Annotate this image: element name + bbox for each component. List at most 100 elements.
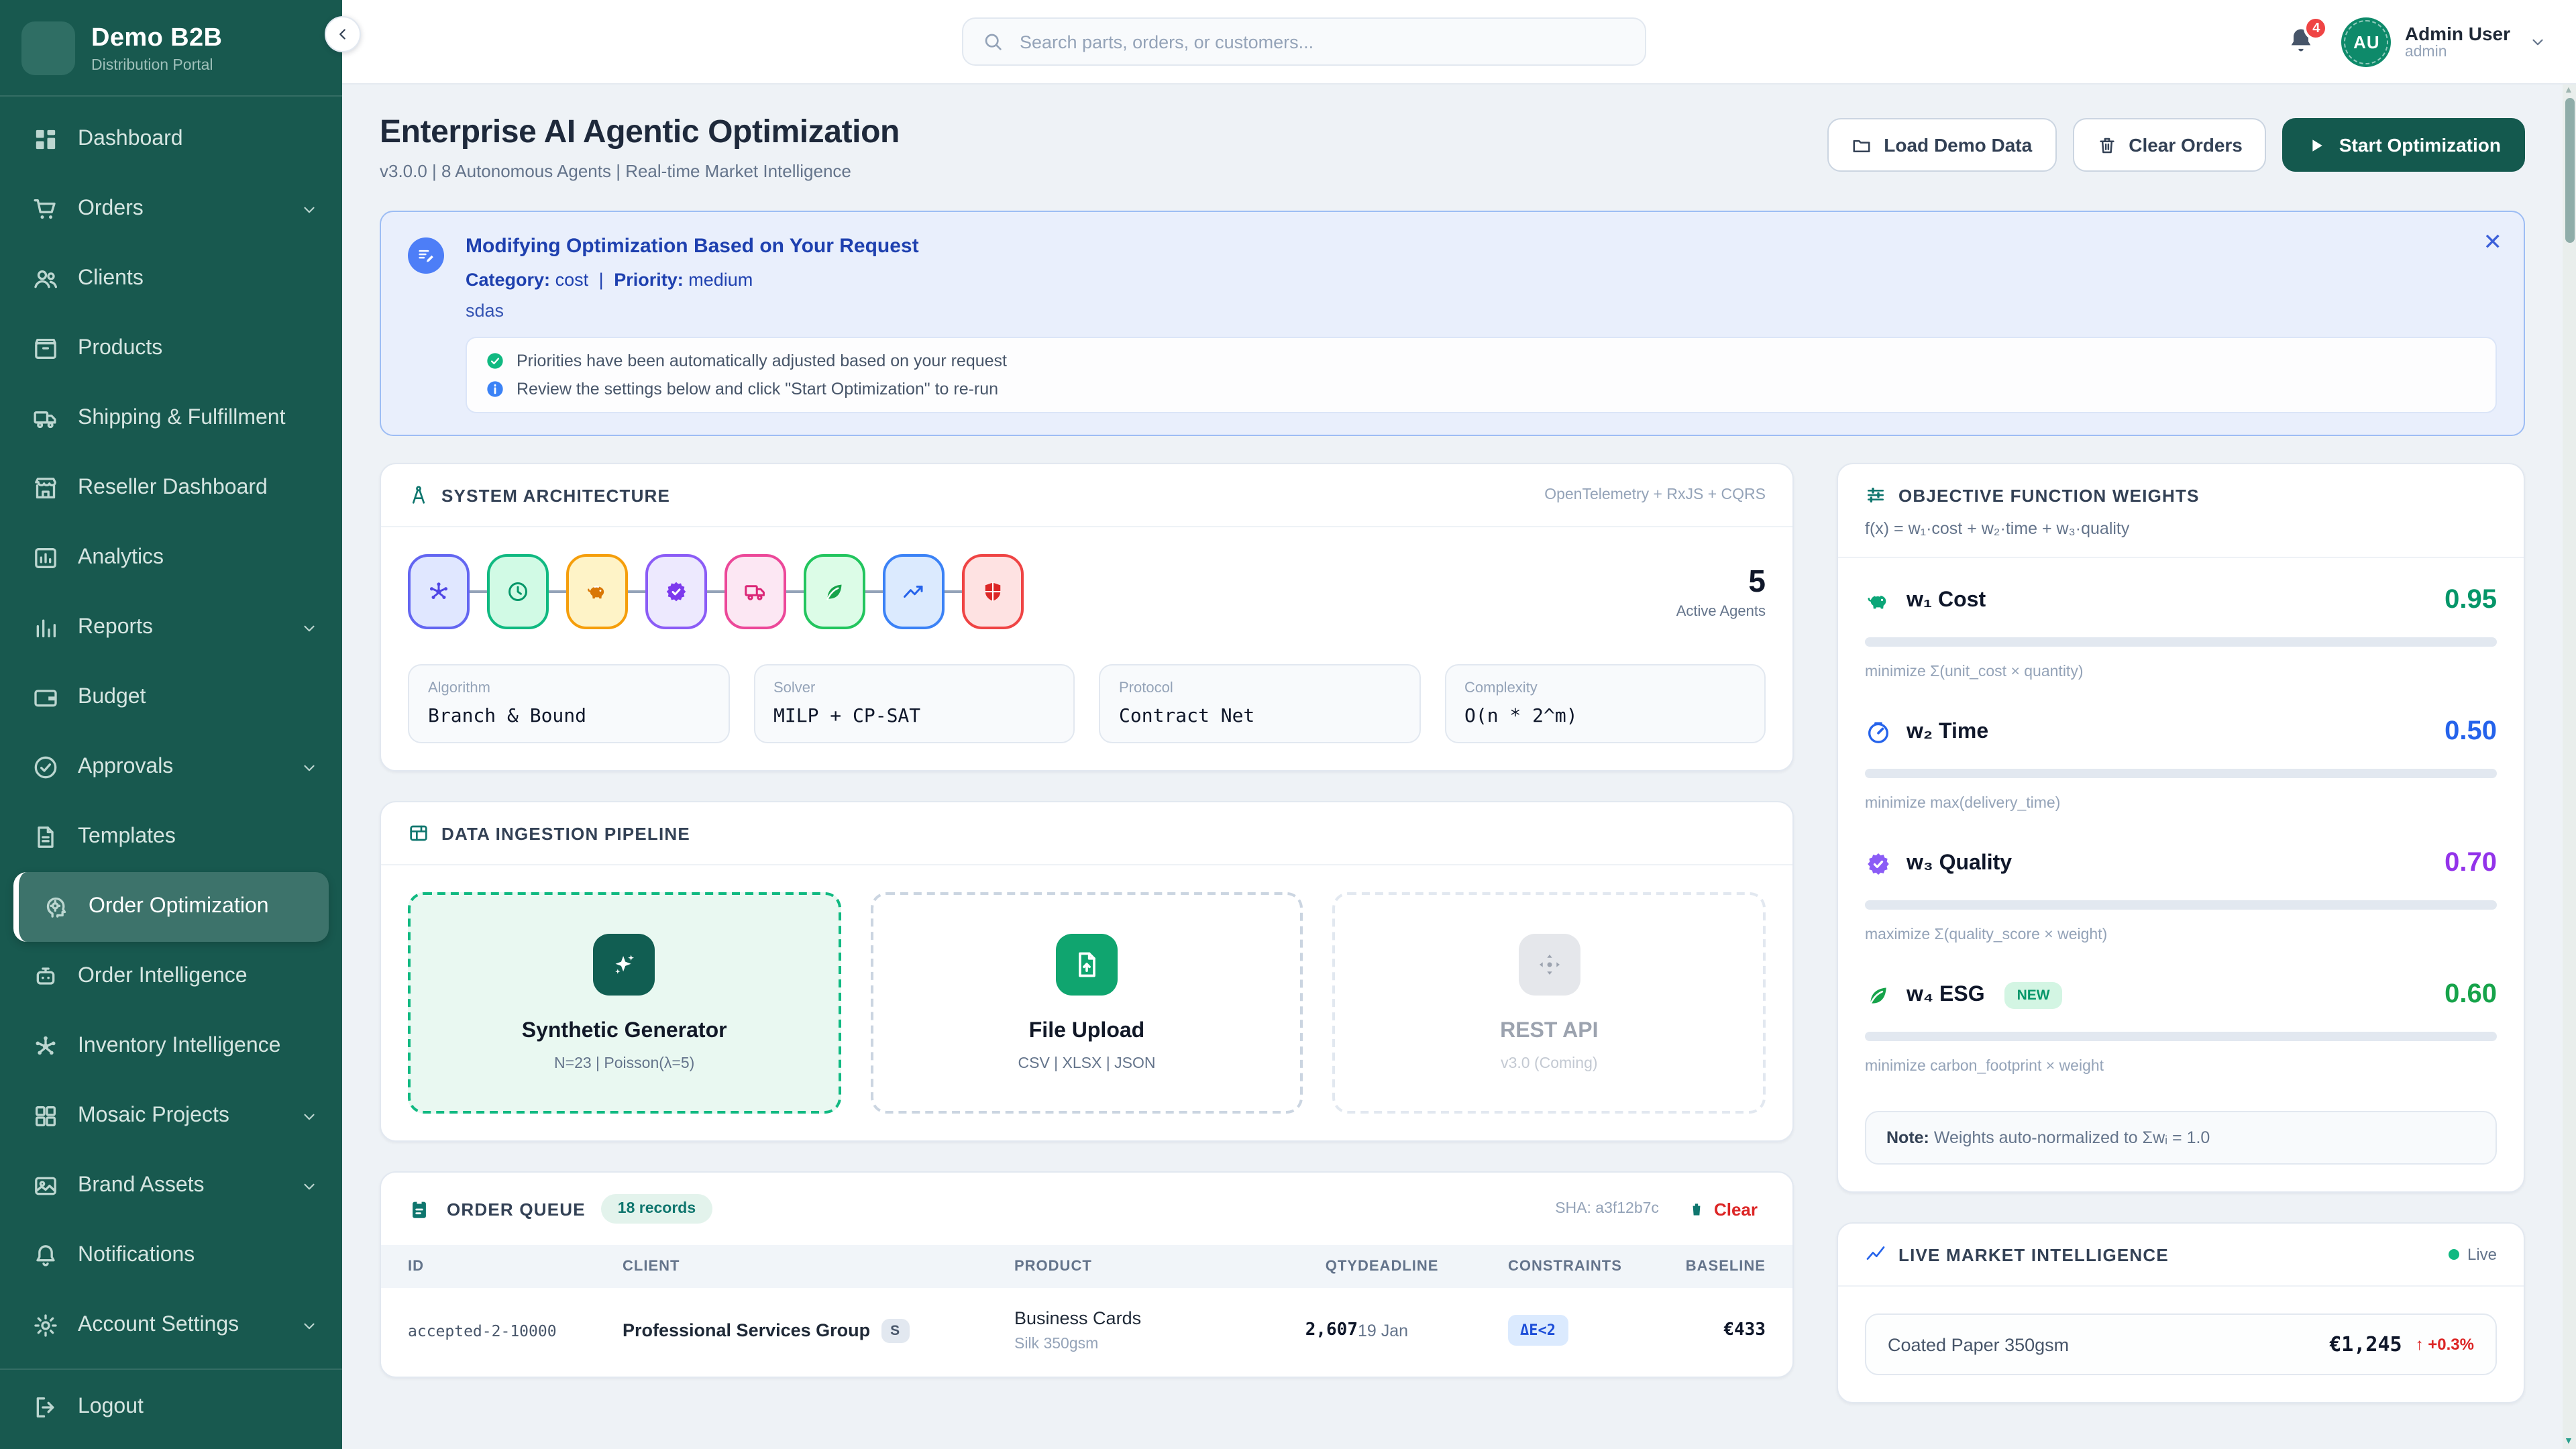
material-price: €1,245	[2329, 1332, 2402, 1356]
sidebar-item-approvals[interactable]: Approvals	[0, 733, 342, 802]
pipeline-option-file-upload[interactable]: File Upload CSV | XLSX | JSON	[870, 892, 1303, 1114]
weight-slider[interactable]	[1865, 637, 2497, 647]
scrollbar-down-arrow[interactable]: ▼	[2564, 1437, 2573, 1446]
clear-orders-button[interactable]: Clear Orders	[2072, 118, 2267, 172]
table-row[interactable]: accepted-2-10000Professional Services Gr…	[381, 1288, 1792, 1377]
stat-value: O(n * 2^m)	[1464, 706, 1746, 727]
search-input[interactable]	[1017, 30, 1626, 53]
system-architecture-header: SYSTEM ARCHITECTURE OpenTelemetry + RxJS…	[381, 464, 1792, 527]
file-up-icon	[1072, 950, 1102, 979]
market-rows: Coated Paper 350gsm€1,245↑ +0.3%	[1838, 1287, 2524, 1402]
chevron-left-icon	[334, 25, 352, 43]
pipeline-options: Synthetic GeneratorN=23 | Poisson(λ=5)Fi…	[408, 892, 1766, 1114]
sidebar-item-brand-assets[interactable]: Brand Assets	[0, 1151, 342, 1221]
trash-icon	[1688, 1200, 1706, 1218]
sidebar-item-order-optimization[interactable]: Order Optimization	[13, 872, 329, 942]
sidebar-item-mosaic-projects[interactable]: Mosaic Projects	[0, 1081, 342, 1151]
market-row: Coated Paper 350gsm€1,245↑ +0.3%	[1865, 1313, 2497, 1375]
section-title: LIVE MARKET INTELLIGENCE	[1898, 1244, 2169, 1265]
stat-label: Protocol	[1119, 680, 1400, 696]
banner-bullet: Review the settings below and click "Sta…	[486, 380, 2477, 398]
scrollbar[interactable]: ▲ ▼	[2563, 85, 2576, 1449]
separator: |	[599, 270, 604, 290]
sidebar-item-orders[interactable]: Orders	[0, 174, 342, 244]
bullet-text: Priorities have been automatically adjus…	[517, 352, 1007, 370]
banner-close-button[interactable]: ✕	[2481, 228, 2506, 256]
sidebar-item-label: Budget	[78, 686, 146, 710]
system-architecture-card: SYSTEM ARCHITECTURE OpenTelemetry + RxJS…	[380, 463, 1794, 771]
order-queue-header: ORDER QUEUE 18 records SHA: a3f12b7c Cle…	[381, 1173, 1792, 1245]
load-demo-data-button[interactable]: Load Demo Data	[1827, 118, 2056, 172]
wallet-icon	[32, 684, 59, 711]
active-agents-count: 5	[1676, 564, 1766, 600]
app-root: Demo B2B Distribution Portal DashboardOr…	[0, 0, 2576, 1449]
clear-queue-button[interactable]: Clear	[1680, 1197, 1766, 1220]
sidebar-item-analytics[interactable]: Analytics	[0, 523, 342, 593]
column-header-deadline: DEADLINE	[1358, 1258, 1508, 1275]
user-menu[interactable]: AU Admin User admin	[2342, 17, 2546, 66]
weight-item: w₂ Time0.50minimize max(delivery_time)	[1865, 716, 2497, 812]
gauge-icon	[1865, 718, 1892, 745]
clipboard-icon	[408, 1197, 431, 1220]
sidebar-item-label: Brand Assets	[78, 1174, 205, 1198]
table-icon	[408, 822, 429, 844]
category-value: cost	[555, 270, 589, 290]
banner-bullet-list: Priorities have been automatically adjus…	[466, 337, 2497, 413]
compass-icon	[408, 484, 429, 506]
button-label: Start Optimization	[2339, 134, 2501, 156]
sidebar-item-notifications[interactable]: Notifications	[0, 1221, 342, 1291]
weights-list: w₁ Cost0.95minimize Σ(unit_cost × quanti…	[1838, 558, 2524, 1191]
sidebar-item-budget[interactable]: Budget	[0, 663, 342, 733]
weight-slider[interactable]	[1865, 1032, 2497, 1041]
section-title: OBJECTIVE FUNCTION WEIGHTS	[1898, 485, 2200, 505]
price-change: ↑ +0.3%	[2416, 1335, 2474, 1354]
sidebar-item-products[interactable]: Products	[0, 314, 342, 384]
sidebar-item-inventory-intelligence[interactable]: Inventory Intelligence	[0, 1012, 342, 1081]
agent-connector	[945, 590, 962, 593]
pipeline-option-title: File Upload	[1029, 1020, 1144, 1044]
sidebar-item-reseller-dashboard[interactable]: Reseller Dashboard	[0, 453, 342, 523]
page-header: Enterprise AI Agentic Optimization v3.0.…	[380, 114, 2525, 181]
pipeline-option-synthetic-generator[interactable]: Synthetic GeneratorN=23 | Poisson(λ=5)	[408, 892, 841, 1114]
sidebar-item-clients[interactable]: Clients	[0, 244, 342, 314]
start-optimization-button[interactable]: Start Optimization	[2283, 118, 2525, 172]
scrollbar-up-arrow[interactable]: ▲	[2564, 86, 2573, 95]
objective-weights-header: OBJECTIVE FUNCTION WEIGHTS f(x) = w₁·cos…	[1838, 464, 2524, 558]
column-header-qty: QTY	[1269, 1258, 1358, 1275]
agent-connector	[549, 590, 566, 593]
button-label: Load Demo Data	[1884, 134, 2032, 156]
records-badge: 18 records	[602, 1194, 712, 1224]
pipeline-option-rest-api[interactable]: REST APIv3.0 (Coming)	[1333, 892, 1766, 1114]
sidebar-item-reports[interactable]: Reports	[0, 593, 342, 663]
banner-user-request: sdas	[466, 301, 2497, 321]
badge-check-icon	[664, 580, 688, 604]
agent-clock	[487, 554, 549, 629]
sidebar-item-shipping-fulfillment[interactable]: Shipping & Fulfillment	[0, 384, 342, 453]
weight-caption: minimize Σ(unit_cost × quantity)	[1865, 664, 2497, 680]
scrollbar-thumb[interactable]	[2565, 98, 2574, 243]
weight-slider[interactable]	[1865, 900, 2497, 910]
sidebar-collapse-button[interactable]	[325, 16, 361, 52]
weight-name: w₄ ESG	[1907, 983, 1985, 1007]
pipeline-option-subtitle: CSV | XLSX | JSON	[1018, 1056, 1156, 1072]
stat-label: Algorithm	[428, 680, 709, 696]
sidebar-item-account-settings[interactable]: Account Settings	[0, 1291, 342, 1360]
sidebar-item-dashboard[interactable]: Dashboard	[0, 105, 342, 174]
notifications-button[interactable]: 4	[2286, 25, 2318, 58]
priority-value: medium	[688, 270, 753, 290]
weight-slider[interactable]	[1865, 769, 2497, 778]
live-dot-icon	[2449, 1249, 2459, 1260]
product-material: Silk 350gsm	[1014, 1336, 1269, 1352]
sidebar-item-logout[interactable]: Logout	[0, 1373, 342, 1442]
deadline: 19 Jan	[1358, 1321, 1508, 1340]
objective-weights-card: OBJECTIVE FUNCTION WEIGHTS f(x) = w₁·cos…	[1837, 463, 2525, 1193]
divider	[0, 1368, 342, 1370]
weight-item: w₃ Quality0.70maximize Σ(quality_score ×…	[1865, 848, 2497, 943]
sidebar-item-order-intelligence[interactable]: Order Intelligence	[0, 942, 342, 1012]
sidebar-item-label: Reseller Dashboard	[78, 476, 268, 500]
sidebar-item-templates[interactable]: Templates	[0, 802, 342, 872]
sparkles-icon	[610, 950, 639, 979]
market-header: LIVE MARKET INTELLIGENCE Live	[1838, 1224, 2524, 1287]
chevron-down-icon	[301, 1317, 318, 1334]
truck-icon	[32, 405, 59, 432]
